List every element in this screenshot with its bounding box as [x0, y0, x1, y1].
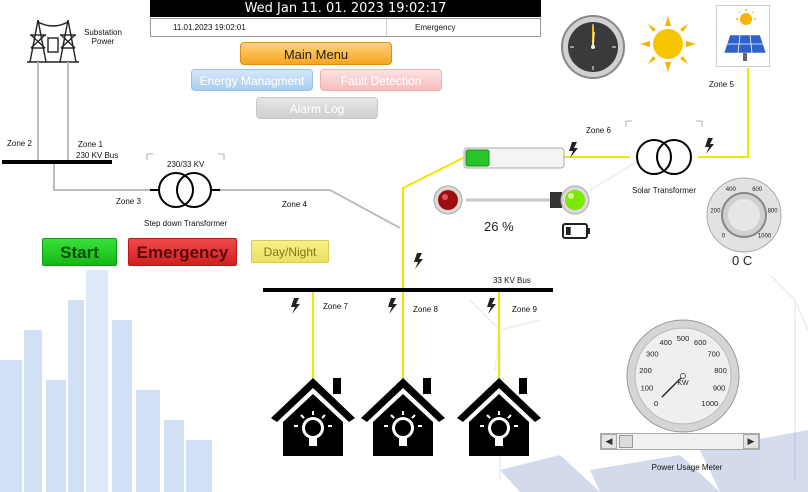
- status-bar: 11.01.2023 19:02:01 Emergency: [150, 18, 541, 37]
- solar-transformer-label: Solar Transformer: [632, 186, 697, 195]
- temperature-label: 0 C: [732, 253, 753, 268]
- house-bulb-icon: [457, 378, 541, 456]
- emergency-button[interactable]: Emergency: [128, 238, 237, 266]
- zone4-label: Zone 4: [282, 200, 307, 209]
- gauge-tick-label: 800: [714, 366, 727, 375]
- dial-tick-label: 200: [710, 209, 721, 215]
- substation-power-label: Substation Power: [80, 28, 126, 46]
- zone3-label: Zone 3: [116, 197, 141, 206]
- zone2-label: Zone 2: [7, 139, 32, 148]
- gauge-tick-label: 700: [707, 350, 720, 359]
- house-bulb-icon: [271, 378, 355, 456]
- alarm-log-button[interactable]: Alarm Log: [256, 97, 378, 119]
- scroll-thumb[interactable]: [619, 435, 633, 448]
- clock-icon: [561, 15, 625, 79]
- transformer-rating-label: 230/33 KV: [167, 160, 205, 169]
- dial-tick-label: 600: [752, 187, 763, 193]
- gauge-tick-label: 500: [677, 334, 690, 343]
- zone1-label: Zone 1: [78, 140, 103, 149]
- green-lamp-icon: [550, 185, 590, 215]
- power-usage-gauge: 0100 200 300400 500 600700 800 900 1000 KW: [626, 319, 740, 433]
- substation-label-line1: Substation: [84, 28, 122, 37]
- bus-33kv-label: 33 KV Bus: [493, 276, 531, 285]
- gauge-tick-label: 900: [713, 384, 726, 393]
- gauge-tick-label: 300: [646, 350, 659, 359]
- sun-icon: [640, 16, 696, 72]
- solar-panel-icon: [716, 5, 770, 67]
- gauge-tick-label: 0: [654, 399, 658, 408]
- dial-tick-label: 800: [768, 209, 779, 215]
- gauge-tick-label: 400: [659, 338, 672, 347]
- zone7-label: Zone 7: [323, 302, 348, 311]
- house-bulb-icon: [361, 378, 445, 456]
- gauge-tick-label: 100: [641, 384, 654, 393]
- red-lamp-icon: [433, 185, 463, 215]
- power-meter-scrollbar[interactable]: ◀ ▶: [600, 433, 760, 450]
- zone8-label: Zone 8: [413, 305, 438, 314]
- fault-detection-button[interactable]: Fault Detection: [320, 69, 442, 91]
- gauge-tick-label: 200: [639, 366, 652, 375]
- gauge-unit-label: KW: [677, 380, 689, 387]
- battery-icon: [562, 223, 590, 239]
- dial-tick-label: 1000: [758, 234, 772, 240]
- start-button[interactable]: Start: [42, 238, 117, 266]
- dial-tick-label: 400: [726, 187, 737, 193]
- day-night-button[interactable]: Day/Night: [251, 240, 329, 263]
- status-divider: [386, 19, 387, 36]
- status-message: Emergency: [415, 23, 456, 32]
- transmission-tower-icon: [27, 19, 79, 63]
- switch-indicator: [463, 147, 565, 169]
- energy-management-button[interactable]: Energy Managment: [191, 69, 313, 91]
- scroll-left-icon[interactable]: ◀: [601, 434, 617, 449]
- gauge-tick-label: 600: [694, 338, 707, 347]
- substation-label-line2: Power: [91, 37, 115, 46]
- zone6-label: Zone 6: [586, 126, 611, 135]
- scroll-right-icon[interactable]: ▶: [743, 434, 759, 449]
- main-menu-button[interactable]: Main Menu: [240, 42, 392, 65]
- bus-230kv-label: 230 KV Bus: [76, 151, 119, 160]
- status-timestamp: 11.01.2023 19:02:01: [173, 23, 246, 32]
- zone9-label: Zone 9: [512, 305, 537, 314]
- datetime-bar: Wed Jan 11. 01. 2023 19:02:17: [150, 0, 541, 17]
- gauge-tick-label: 1000: [702, 399, 719, 408]
- power-meter-title: Power Usage Meter: [651, 463, 723, 472]
- transformer-icon: [636, 139, 692, 175]
- transformer-icon: [150, 172, 220, 208]
- zone5-label: Zone 5: [709, 80, 734, 89]
- step-down-transformer-label: Step down Transformer: [144, 219, 228, 228]
- battery-percent-label: 26 %: [484, 219, 514, 234]
- temperature-dial[interactable]: 0200400 6008001000: [706, 177, 782, 253]
